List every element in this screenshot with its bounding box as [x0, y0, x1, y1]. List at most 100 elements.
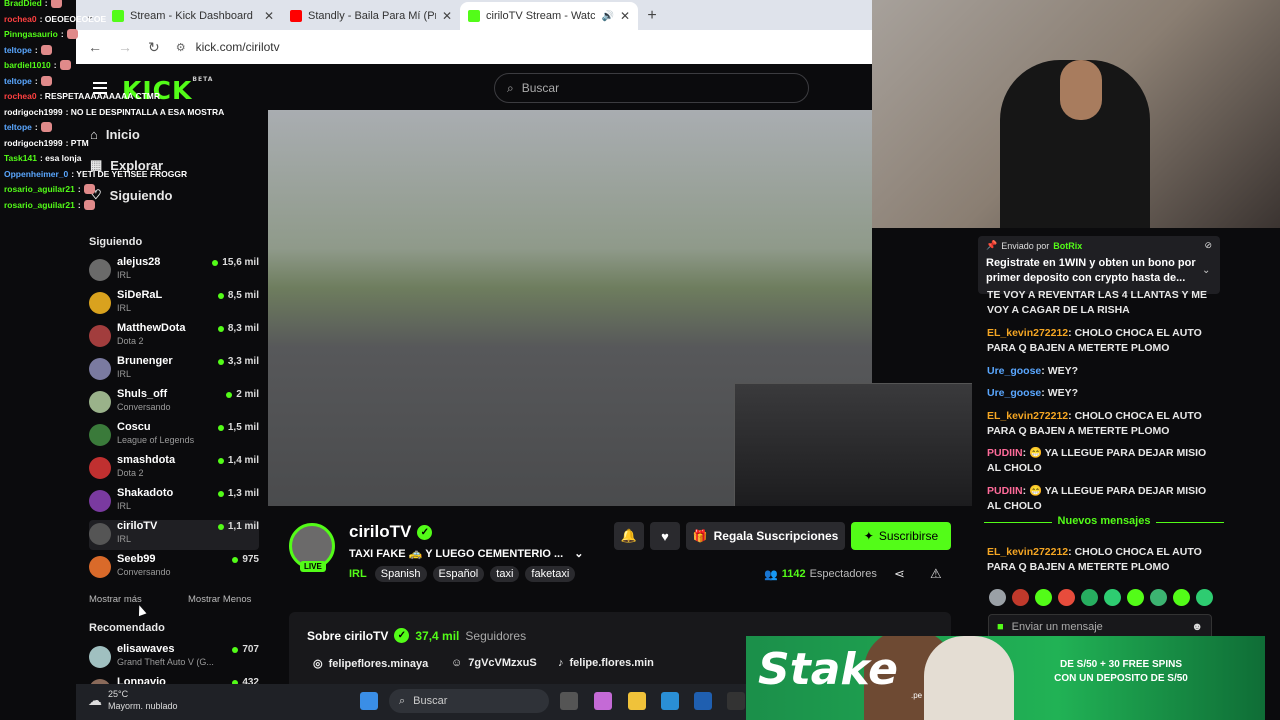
address-bar[interactable]: ⚙ kick.com/cirilotv [175, 34, 872, 60]
overlay-chat-text: : [34, 75, 38, 86]
edge-icon[interactable] [661, 692, 679, 710]
sidebar-channel-shakadoto[interactable]: Shakadoto IRL 1,3 mil [89, 487, 259, 517]
chat-username[interactable]: PUDIIN [987, 447, 1023, 459]
store-icon[interactable] [694, 692, 712, 710]
chat-username[interactable]: EL_kevin272212 [987, 410, 1068, 422]
emoji-icon[interactable]: ☻ [1191, 621, 1203, 633]
chat-username[interactable]: Ure_goose [987, 365, 1041, 377]
sidebar-channel-coscu[interactable]: Coscu League of Legends 1,5 mil [89, 421, 259, 451]
chat-username[interactable]: Ure_goose [987, 387, 1041, 399]
channel-name: MatthewDota [117, 322, 186, 334]
chevron-down-icon[interactable]: ⌄ [1202, 265, 1210, 276]
sidebar-channel-sideral[interactable]: SiDeRaL IRL 8,5 mil [89, 289, 259, 319]
tag-chip[interactable]: Español [432, 566, 485, 582]
search-input[interactable]: ⌕ Buscar [494, 73, 809, 103]
audio-playing-icon[interactable]: 🔊 [601, 11, 613, 22]
chat-username[interactable]: EL_kevin272212 [987, 327, 1068, 339]
taskbar-search[interactable]: ⌕ Buscar [389, 689, 549, 713]
browser-tab-youtube[interactable]: Standly - Baila Para Mí (Prod. B ✕ [282, 2, 460, 30]
sidebar-channel-matthewdota[interactable]: MatthewDota Dota 2 8,3 mil [89, 322, 259, 352]
sidebar-channel-brunenger[interactable]: Brunenger IRL 3,3 mil [89, 355, 259, 385]
emote-icon[interactable] [1058, 589, 1075, 606]
browser-tab-dashboard[interactable]: Stream - Kick Dashboard ✕ [104, 2, 282, 30]
forward-arrow-icon[interactable]: → [118, 39, 132, 55]
copilot-icon[interactable] [594, 692, 612, 710]
viewer-count-text: 1,5 mil [227, 422, 259, 433]
subscribe-button[interactable]: ✦ Suscribirse [851, 522, 951, 550]
unpin-icon[interactable]: ⊘ [1204, 240, 1212, 251]
show-more-link[interactable]: Mostrar más [89, 594, 142, 605]
browser-tab-cirilotv[interactable]: ciriloTV Stream - Watch Liv 🔊 ✕ [460, 2, 638, 30]
back-arrow-icon[interactable]: ← [88, 39, 102, 55]
report-icon[interactable]: ⚠ [930, 566, 942, 582]
windows-start-icon[interactable] [360, 692, 378, 710]
sidebar-channel-elisawaves[interactable]: elisawaves Grand Theft Auto V (G... 707 [89, 643, 259, 673]
sidebar-channel-alejus28[interactable]: alejus28 IRL 15,6 mil [89, 256, 259, 286]
site-info-icon[interactable]: ⚙ [176, 41, 186, 54]
channel-viewers: 8,3 mil [217, 322, 259, 334]
overlay-chat-message: bardiel1010: [4, 60, 71, 70]
tag-chip[interactable]: faketaxi [525, 566, 576, 582]
star-icon: ✦ [863, 529, 874, 543]
app-icon[interactable] [727, 692, 745, 710]
sidebar-channel-seeb99[interactable]: Seeb99 Conversando 975 [89, 553, 259, 583]
gift-icon[interactable]: ■ [997, 621, 1004, 633]
users-icon: 👥 [764, 569, 778, 581]
emote-icon[interactable] [1104, 589, 1121, 606]
show-less-link[interactable]: Mostrar Menos [188, 594, 251, 605]
chat-username[interactable]: PUDIIN [987, 485, 1023, 497]
overlay-chat-text: : [77, 184, 81, 194]
overlay-chat-text: : [77, 199, 81, 210]
close-tab-icon[interactable]: ✕ [620, 9, 630, 23]
pinned-message[interactable]: 📌 Enviado por BotRix ⊘ Registrate en 1WIN y… [978, 236, 1220, 294]
overlay-chat-message: rodrigoch1999: NO LE DESPINTALLA A ESA M… [4, 107, 224, 117]
channel-category: Conversando [117, 402, 171, 412]
social-tiktok[interactable]: ♪ felipe.flores.min [558, 657, 654, 669]
chevron-down-icon[interactable]: ⌄ [574, 548, 583, 560]
overlay-chat-message: Task141: esa lonja [4, 153, 82, 163]
emote-icon[interactable] [1035, 589, 1052, 606]
chat-username[interactable]: EL_kevin272212 [987, 546, 1068, 558]
tag-chip[interactable]: Spanish [374, 566, 427, 582]
emote-icon [59, 60, 71, 70]
channel-viewers: 1,4 mil [217, 454, 259, 466]
task-view-icon[interactable] [560, 692, 578, 710]
overlay-chat-text: : [53, 60, 57, 70]
overlay-chat-message: BradDied: [4, 0, 62, 8]
sidebar-channel-cirilotv[interactable]: ciriloTV IRL 1,1 mil [89, 520, 259, 550]
stake-ad-banner: Stake .pe DE S/50 + 30 FREE SPINS CON UN… [746, 636, 1265, 720]
notification-bell-button[interactable]: 🔔 [614, 522, 644, 550]
close-tab-icon[interactable]: ✕ [442, 9, 452, 23]
tag-chip[interactable]: taxi [490, 566, 520, 582]
sidebar-channel-smashdota[interactable]: smashdota Dota 2 1,4 mil [89, 454, 259, 484]
channel-info: Seeb99 Conversando [117, 553, 226, 577]
close-tab-icon[interactable]: ✕ [264, 9, 274, 23]
nav-siguiendo[interactable]: ♡ Siguiendo [90, 187, 173, 203]
gift-subs-button[interactable]: 🎁 Regala Suscripciones [686, 522, 845, 550]
nav-inicio[interactable]: ⌂ Inicio [90, 127, 140, 142]
weather-desc: Mayorm. nublado [108, 701, 178, 711]
category-link[interactable]: IRL [349, 568, 367, 580]
browser-tab-strip: ⌄ Stream - Kick Dashboard ✕ Standly - Ba… [76, 0, 872, 30]
live-dot-icon [217, 523, 224, 530]
new-messages-divider[interactable]: Nuevos mensajes [984, 515, 1224, 535]
emote-icon[interactable] [1173, 589, 1190, 606]
new-tab-icon[interactable]: + [638, 2, 666, 30]
emote-icon[interactable] [989, 589, 1006, 606]
channel-name[interactable]: ciriloTV ✓ [349, 522, 433, 542]
social-instagram[interactable]: ◎ felipeflores.minaya [313, 657, 428, 671]
reload-icon[interactable]: ↻ [148, 39, 160, 56]
weather-widget[interactable]: ☁ 25°C Mayorm. nublado [88, 688, 178, 712]
sidebar-channel-shuls_off[interactable]: Shuls_off Conversando 2 mil [89, 388, 259, 418]
avatar [89, 292, 111, 314]
emote-icon[interactable] [1150, 589, 1167, 606]
file-explorer-icon[interactable] [628, 692, 646, 710]
emote-icon[interactable] [1012, 589, 1029, 606]
follow-button[interactable]: ♥ [650, 522, 680, 550]
social-discord[interactable]: ☺ 7gVcVMzxuS [451, 657, 537, 669]
emote-icon[interactable] [1081, 589, 1098, 606]
share-icon[interactable]: ⋖ [894, 566, 905, 582]
tab-title: Standly - Baila Para Mí (Prod. B [308, 10, 436, 22]
emote-icon[interactable] [1127, 589, 1144, 606]
emote-icon[interactable] [1196, 589, 1213, 606]
